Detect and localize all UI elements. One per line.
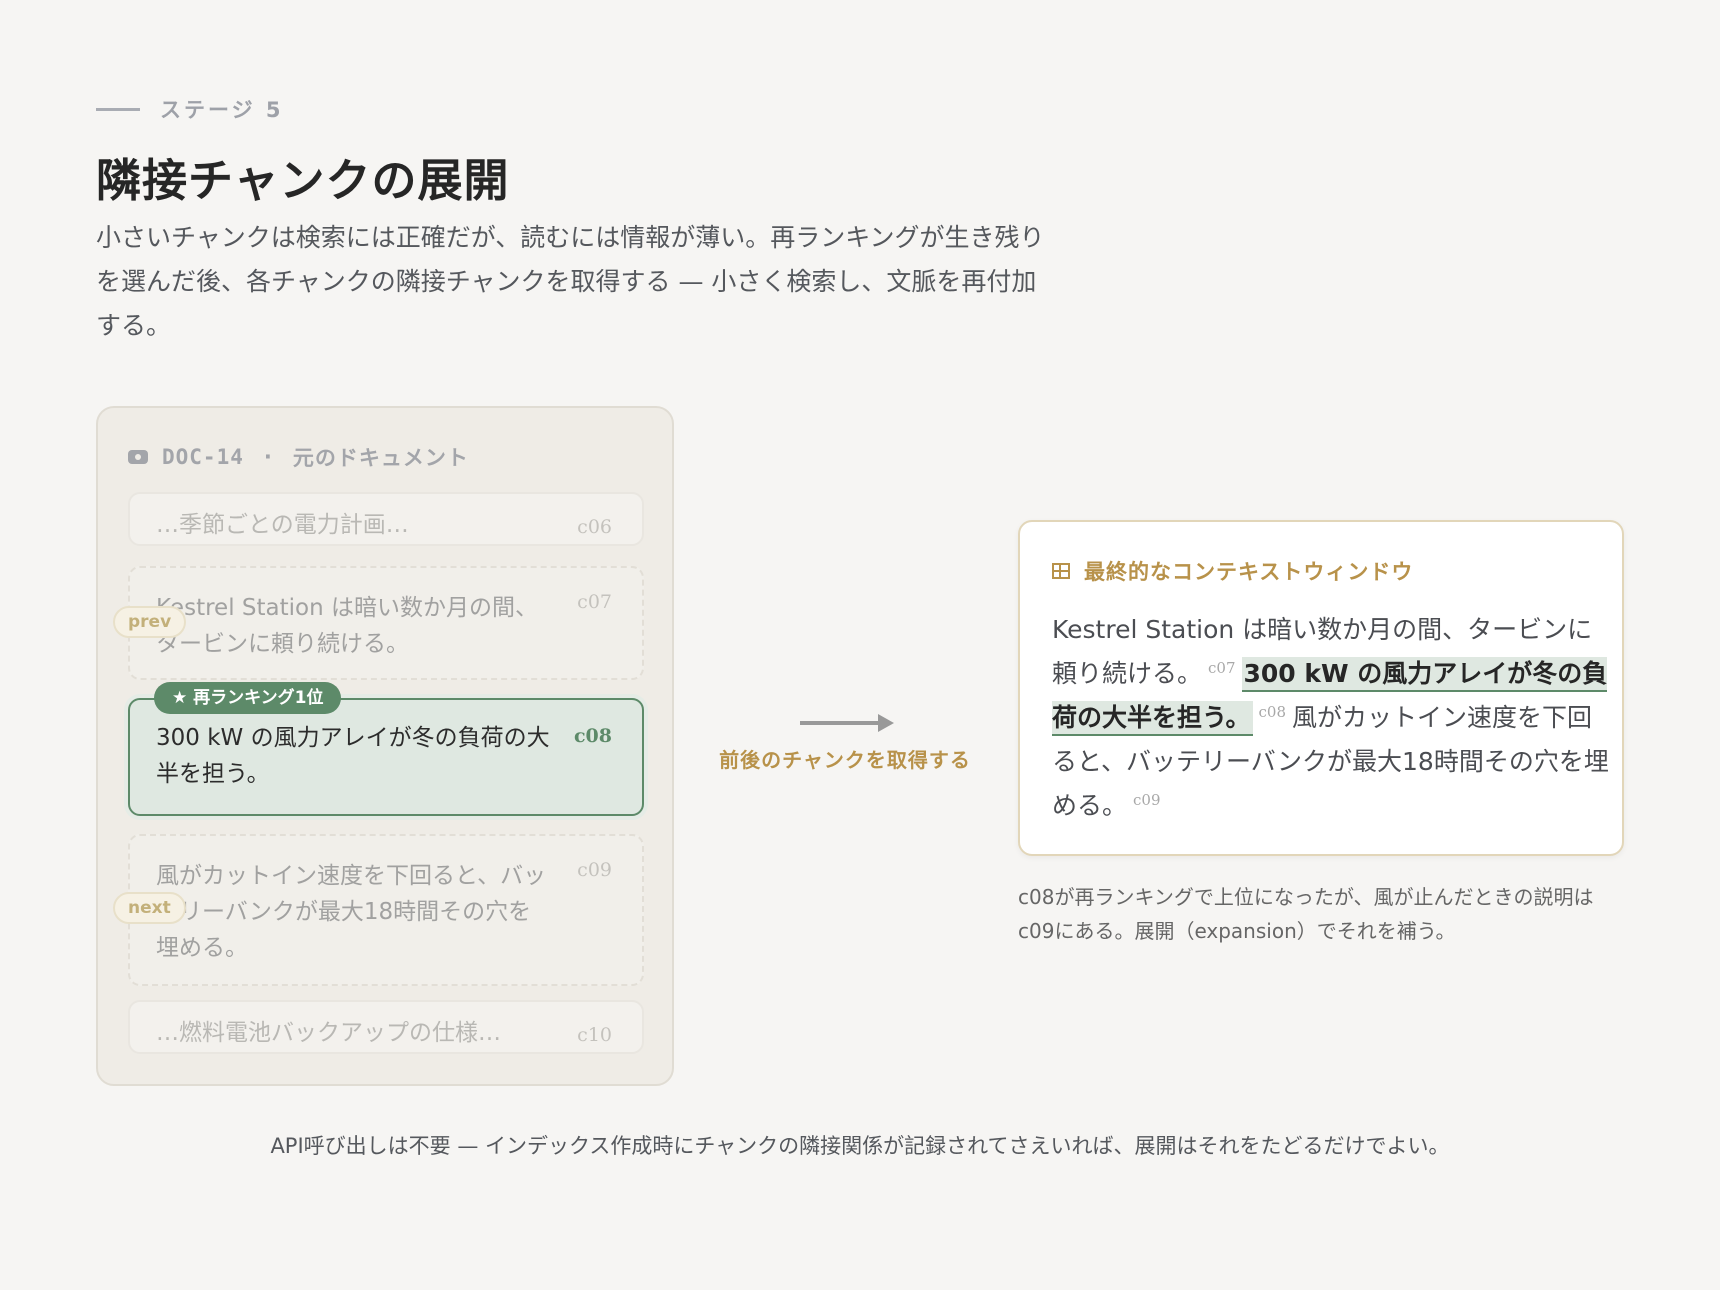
document-label: 元のドキュメント [292, 446, 469, 470]
document-panel: DOC-14 · 元のドキュメント …季節ごとの電力計画… c06 Kestre… [96, 406, 674, 1086]
stage-label: ステージ 5 [160, 98, 284, 122]
chunk-text: …季節ごとの電力計画… [156, 512, 409, 538]
footer-note: API呼び出しは不要 — インデックス作成時にチャンクの隣接関係が記録されてさえ… [270, 1134, 1450, 1158]
context-window-card: 最終的なコンテキストウィンドウ Kestrel Station は暗い数か月の間… [1018, 520, 1624, 856]
context-window-title: 最終的なコンテキストウィンドウ [1084, 560, 1414, 584]
grid-icon [1052, 563, 1070, 579]
context-window-body: Kestrel Station は暗い数か月の間、タービンに頼り続ける。 c07 3… [1052, 608, 1612, 828]
context-window-header: 最終的なコンテキストウィンドウ [1052, 556, 1413, 586]
arrow-label: 前後のチャンクを取得する [719, 748, 971, 772]
segment-id-c07: c07 [1208, 659, 1236, 677]
chunk-c06: …季節ごとの電力計画… c06 [128, 492, 644, 546]
chunk-id: c06 [577, 516, 612, 538]
document-id: DOC-14 [162, 445, 244, 469]
chunk-c07: Kestrel Station は暗い数か月の間、タービンに頼り続ける。 c07… [113, 566, 644, 680]
chunk-text: 風がカットイン速度を下回ると、バッテリーバンクが最大18時間その穴を埋める。 [156, 863, 547, 961]
eyebrow-rule [96, 107, 140, 111]
chunk-c10: …燃料電池バックアップの仕様… c10 [128, 1000, 644, 1054]
arrow-line [800, 721, 882, 725]
chunk-text: …燃料電池バックアップの仕様… [156, 1020, 501, 1046]
context-note: c08が再ランキングで上位になったが、風が止んだときの説明はc09にある。展開（… [1018, 885, 1594, 943]
prev-tag: prev [113, 606, 187, 638]
chunk-id: c10 [577, 1024, 612, 1046]
document-header: DOC-14 · 元のドキュメント [128, 442, 469, 472]
chunk-id: c07 [577, 591, 612, 613]
document-separator: · [263, 445, 273, 469]
segment-id-c09: c09 [1133, 791, 1161, 809]
stage-eyebrow: ステージ 5 [96, 94, 284, 124]
segment-id-c08: c08 [1258, 703, 1287, 721]
rerank-badge: ★ 再ランキング1位 [154, 682, 342, 714]
document-icon [128, 450, 148, 464]
arrow-right-icon [878, 714, 894, 732]
chunk-c08: ★ 再ランキング1位 300 kW の風力アレイが冬の負荷の大半を担う。 c08 [128, 682, 644, 816]
fetch-arrow: 前後のチャンクを取得する [700, 708, 1000, 778]
chunk-text: 300 kW の風力アレイが冬の負荷の大半を担う。 [156, 725, 550, 787]
chunk-id: c08 [573, 725, 612, 747]
chunk-text: Kestrel Station は暗い数か月の間、タービンに頼り続ける。 [156, 595, 538, 657]
page-title: 隣接チャンクの展開 [96, 154, 510, 207]
chunk-c09: 風がカットイン速度を下回ると、バッテリーバンクが最大18時間その穴を埋める。 c… [113, 834, 644, 986]
chunk-id: c09 [577, 859, 612, 881]
next-tag: next [113, 892, 186, 924]
intro-text: 小さいチャンクは検索には正確だが、読むには情報が薄い。再ランキングが生き残りを選… [96, 223, 1045, 340]
